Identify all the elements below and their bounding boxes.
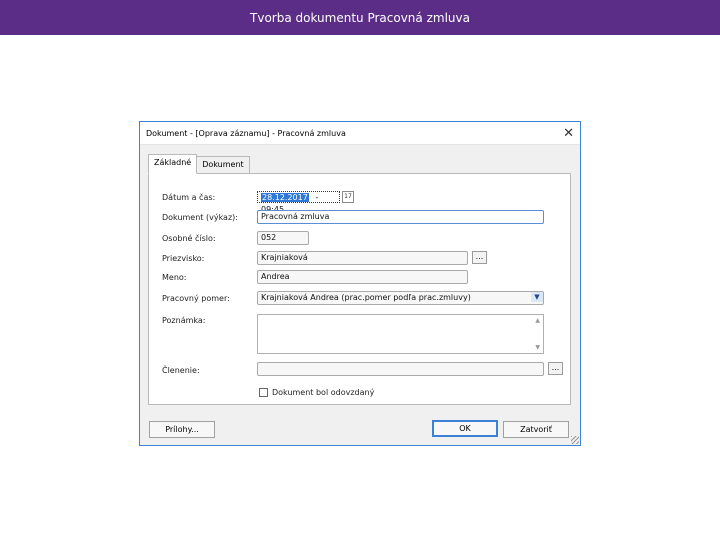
note-label: Poznámka: (162, 316, 206, 325)
personal-number-field[interactable]: 052 (257, 231, 309, 245)
handed-over-checkbox[interactable] (259, 388, 268, 397)
division-field[interactable] (257, 362, 544, 376)
scroll-up-icon[interactable]: ▲ (535, 317, 540, 324)
division-browse-button[interactable]: ... (548, 362, 563, 375)
employment-value: Krajniaková Andrea (prac.pomer podľa pra… (261, 293, 471, 302)
dialog-title: Dokument - [Oprava záznamu] - Pracovná z… (146, 128, 346, 138)
surname-browse-button[interactable]: ... (472, 251, 487, 264)
close-icon[interactable]: ✕ (563, 127, 574, 140)
name-label: Meno: (162, 273, 187, 282)
surname-field[interactable]: Krajniaková (257, 251, 468, 265)
tab-panel-basic: Dátum a čas: 28.12.2017 - 09:45 17 Dokum… (148, 173, 571, 405)
resize-grip[interactable] (571, 436, 579, 444)
employment-label: Pracovný pomer: (162, 294, 230, 303)
division-label: Členenie: (162, 366, 200, 375)
document-label: Dokument (výkaz): (162, 213, 238, 222)
close-button[interactable]: Zatvoriť (503, 421, 569, 438)
chevron-down-icon[interactable]: ▼ (531, 292, 543, 302)
attachments-button[interactable]: Prílohy... (149, 421, 215, 438)
note-textarea[interactable]: ▲ ▼ (257, 314, 544, 354)
dialog-titlebar: Dokument - [Oprava záznamu] - Pracovná z… (140, 122, 580, 145)
tab-bar: Základné Dokument (148, 154, 250, 174)
handed-over-label: Dokument bol odovzdaný (272, 388, 375, 397)
tab-basic[interactable]: Základné (148, 154, 198, 174)
employment-select[interactable]: Krajniaková Andrea (prac.pomer podľa pra… (257, 291, 544, 305)
document-dialog: Dokument - [Oprava záznamu] - Pracovná z… (139, 121, 581, 446)
ok-button[interactable]: OK (432, 420, 498, 437)
date-value: 28.12.2017 (261, 193, 309, 202)
calendar-icon[interactable]: 17 (342, 191, 354, 203)
name-field[interactable]: Andrea (257, 270, 468, 284)
tab-document[interactable]: Dokument (196, 156, 250, 174)
surname-label: Priezvisko: (162, 254, 205, 263)
slide-title: Tvorba dokumentu Pracovná zmluva (250, 10, 470, 25)
datetime-label: Dátum a čas: (162, 193, 216, 202)
document-field[interactable]: Pracovná zmluva (257, 210, 544, 224)
scroll-down-icon[interactable]: ▼ (535, 344, 540, 351)
slide-title-bar: Tvorba dokumentu Pracovná zmluva (0, 0, 720, 35)
personal-number-label: Osobné číslo: (162, 234, 216, 243)
datetime-field[interactable]: 28.12.2017 - 09:45 (257, 191, 340, 214)
